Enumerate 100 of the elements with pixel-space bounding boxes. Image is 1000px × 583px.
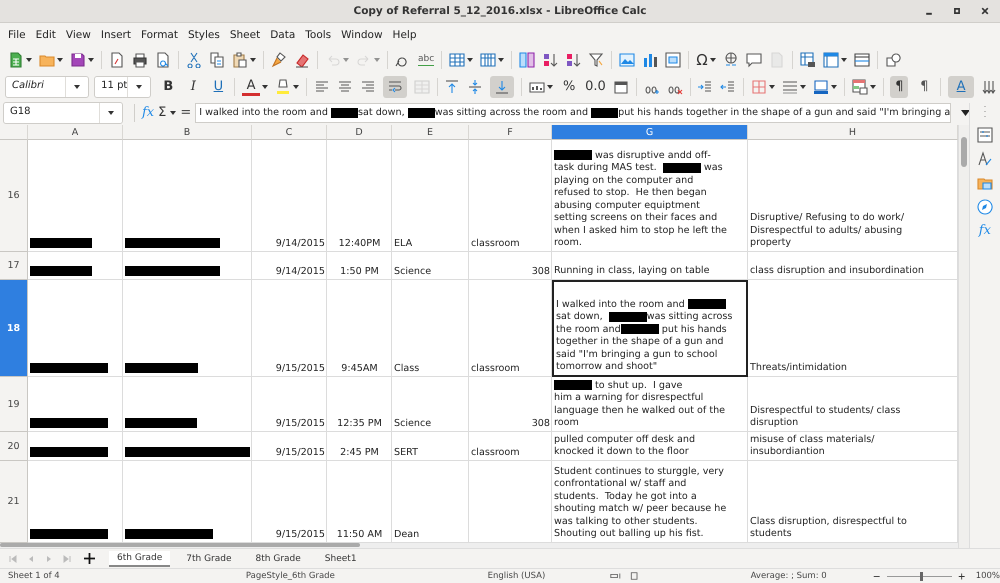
- align-middle-icon[interactable]: [467, 78, 484, 94]
- scissors-icon[interactable]: [186, 52, 202, 68]
- sheet-tab[interactable]: 8th Grade: [248, 552, 309, 566]
- row-header[interactable]: 17: [0, 252, 28, 280]
- scrollbar-thumb[interactable]: [961, 137, 967, 167]
- caret-icon[interactable]: [250, 58, 256, 62]
- sum-button[interactable]: Σ: [158, 105, 166, 120]
- properties-icon[interactable]: [976, 127, 993, 143]
- menu-item[interactable]: Data: [265, 28, 300, 40]
- align-left-icon[interactable]: [314, 78, 330, 94]
- font-size-field[interactable]: 11 pt: [94, 76, 152, 98]
- freeze-rows-icon[interactable]: [822, 52, 839, 68]
- wrap-text-button[interactable]: [382, 76, 407, 98]
- row-header[interactable]: 18: [0, 280, 28, 377]
- caret-icon[interactable]: [293, 84, 300, 88]
- caret-icon[interactable]: [170, 110, 176, 114]
- split-window-icon[interactable]: [854, 52, 870, 68]
- column-header[interactable]: C: [252, 125, 327, 140]
- column-header[interactable]: G: [552, 125, 748, 140]
- menu-item[interactable]: Tools: [300, 28, 336, 40]
- merge-cells-icon[interactable]: [414, 78, 430, 94]
- caret-icon[interactable]: [57, 58, 63, 62]
- clipboard-icon[interactable]: [232, 52, 248, 68]
- name-box[interactable]: G18: [3, 102, 123, 124]
- zoom-slider-thumb[interactable]: [920, 572, 923, 580]
- sheet-tab[interactable]: Sheet1: [316, 552, 365, 566]
- border-style-icon[interactable]: [782, 78, 798, 94]
- expand-icon[interactable]: [961, 110, 970, 116]
- align-bottom-button[interactable]: [490, 76, 514, 98]
- caret-icon[interactable]: [547, 84, 554, 88]
- menu-item[interactable]: Insert: [96, 28, 136, 40]
- comment-icon[interactable]: [746, 52, 762, 68]
- scrollbar-thumb[interactable]: [0, 543, 360, 547]
- caret-icon[interactable]: [262, 84, 268, 88]
- shapes-icon[interactable]: [884, 52, 901, 68]
- column-header[interactable]: A: [28, 125, 123, 140]
- save-icon[interactable]: [70, 52, 86, 68]
- caret-icon[interactable]: [870, 84, 876, 88]
- formula-button[interactable]: =: [180, 105, 192, 120]
- caret-icon[interactable]: [26, 58, 32, 62]
- increase-indent-icon[interactable]: [697, 78, 714, 94]
- caret-icon[interactable]: [710, 58, 716, 62]
- conditional-format-icon[interactable]: [852, 78, 868, 94]
- caret-icon[interactable]: [768, 84, 775, 88]
- caret-icon[interactable]: [840, 58, 847, 62]
- menu-item[interactable]: Help: [388, 28, 422, 40]
- spreadsheet-icon[interactable]: [8, 52, 24, 68]
- row-header[interactable]: 21: [0, 461, 28, 543]
- column-header[interactable]: H: [748, 125, 958, 140]
- menu-item[interactable]: View: [60, 28, 96, 40]
- align-top-icon[interactable]: [444, 78, 460, 94]
- font-color-button[interactable]: A: [242, 78, 260, 96]
- sheet-tab[interactable]: 6th Grade: [109, 550, 170, 566]
- menu-item[interactable]: Window: [336, 28, 388, 40]
- printer-icon[interactable]: [132, 52, 148, 68]
- column-header[interactable]: D: [327, 125, 392, 140]
- table-rows-icon[interactable]: [449, 52, 466, 68]
- row-header[interactable]: 20: [0, 432, 28, 461]
- caret-icon[interactable]: [800, 84, 806, 88]
- table-columns-icon[interactable]: [480, 52, 496, 68]
- column-header[interactable]: E: [392, 125, 469, 140]
- eraser-icon[interactable]: [294, 52, 310, 68]
- left-to-right-button[interactable]: ¶: [890, 76, 908, 98]
- vertical-text-icon[interactable]: [981, 78, 998, 94]
- navigator-icon[interactable]: [976, 199, 993, 215]
- bar-chart-icon[interactable]: [642, 52, 658, 68]
- filter-icon[interactable]: [588, 52, 604, 68]
- caret-icon[interactable]: [136, 84, 142, 88]
- add-sheet-icon[interactable]: [84, 553, 95, 564]
- print-area-icon[interactable]: [800, 52, 816, 68]
- hyperlink-icon[interactable]: [722, 52, 739, 68]
- caret-icon[interactable]: [498, 58, 504, 62]
- row-header[interactable]: 16: [0, 140, 28, 252]
- caret-icon[interactable]: [88, 58, 94, 62]
- caret-icon[interactable]: [830, 84, 837, 88]
- pivot-table-icon[interactable]: [665, 52, 682, 68]
- sort-descending-icon[interactable]: [565, 52, 582, 68]
- column-header[interactable]: B: [123, 125, 252, 140]
- menu-item[interactable]: Format: [136, 28, 183, 40]
- styles-icon[interactable]: [976, 151, 993, 167]
- formula-input[interactable]: I walked into the room and sat down, was sitting across the room and put his hands together in the shape of a gun and said "I'm bringing a: [195, 102, 952, 122]
- special-character-button[interactable]: Ω: [696, 52, 708, 68]
- sort-ascending-icon[interactable]: [542, 52, 558, 68]
- menu-item[interactable]: File: [3, 28, 31, 40]
- copy-icon[interactable]: [209, 52, 225, 68]
- highlight-icon[interactable]: [275, 78, 292, 94]
- underline-button[interactable]: U: [209, 76, 228, 98]
- border-color-icon[interactable]: [812, 78, 829, 94]
- right-to-left-button[interactable]: ¶: [915, 76, 934, 98]
- pdf-document-icon[interactable]: [109, 52, 125, 68]
- zoom-in-icon[interactable]: [958, 572, 966, 580]
- print-preview-icon[interactable]: [155, 52, 171, 68]
- bold-button[interactable]: B: [159, 76, 178, 98]
- align-right-icon[interactable]: [360, 78, 376, 94]
- font-name-field[interactable]: Calibri: [5, 76, 90, 98]
- spelling-button[interactable]: abc: [418, 53, 434, 66]
- caret-icon[interactable]: [74, 84, 80, 88]
- menu-item[interactable]: Sheet: [224, 28, 266, 40]
- row-header[interactable]: 19: [0, 377, 28, 432]
- italic-button[interactable]: I: [184, 76, 202, 98]
